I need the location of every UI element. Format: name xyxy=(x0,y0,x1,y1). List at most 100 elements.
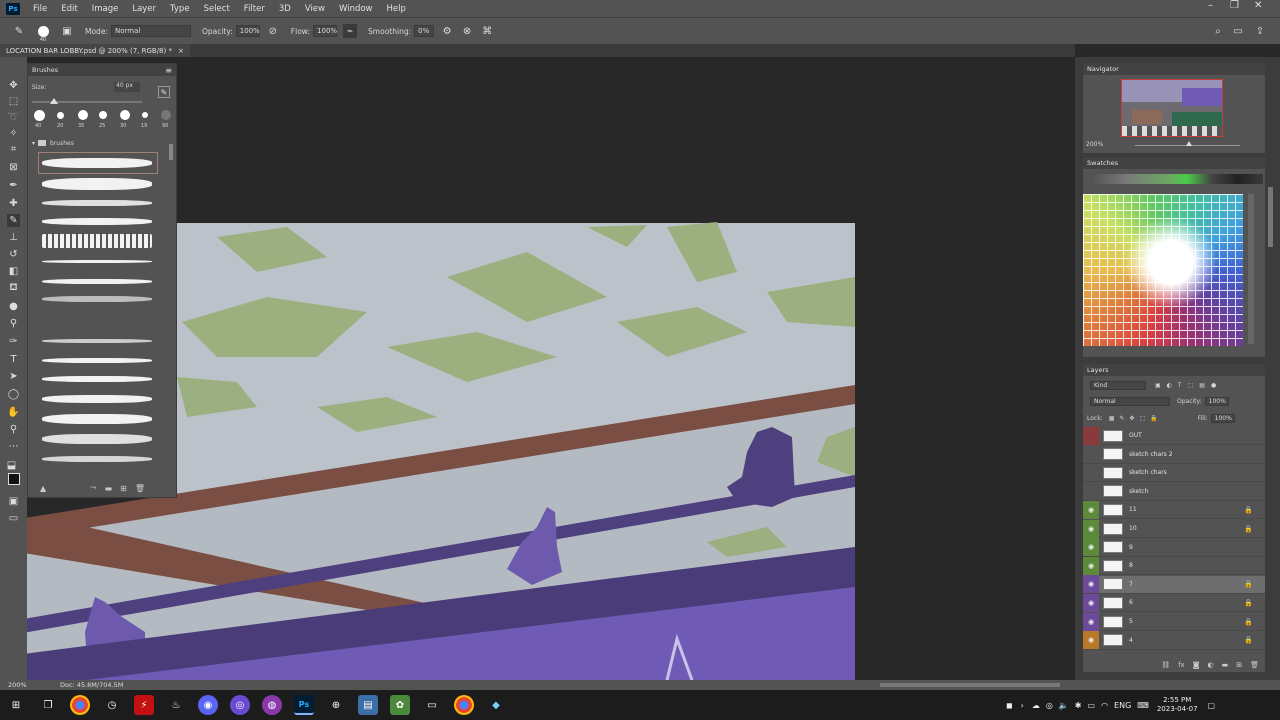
menu-select[interactable]: Select xyxy=(197,4,237,14)
brush-preset-picker[interactable]: 40 xyxy=(32,24,54,43)
brush-stroke[interactable] xyxy=(42,376,152,382)
brush-stroke[interactable] xyxy=(42,296,152,302)
canvas-artwork[interactable] xyxy=(27,57,1075,680)
layer-row[interactable]: OUT xyxy=(1083,427,1265,445)
brush-stroke[interactable] xyxy=(42,414,152,424)
browser-icon[interactable]: ⊕ xyxy=(326,695,346,715)
layer-row[interactable]: sketch chars 2 xyxy=(1083,446,1265,464)
app-green-icon[interactable]: ✿ xyxy=(390,695,410,715)
preview-size-icon[interactable]: ▲ xyxy=(40,484,46,493)
ellipse-tool-icon[interactable]: ◯ xyxy=(7,388,20,401)
swatches-scrollbar[interactable] xyxy=(1248,194,1254,344)
menu-help[interactable]: Help xyxy=(380,4,413,14)
path-selection-tool-icon[interactable]: ➤ xyxy=(7,370,20,383)
fill-field[interactable]: 100% xyxy=(1210,414,1235,423)
layer-visibility-eye-icon[interactable]: ◉ xyxy=(1083,612,1099,631)
brush-stroke[interactable] xyxy=(42,260,152,263)
filter-adjustment-icon[interactable]: ◐ xyxy=(1167,382,1172,389)
chrome-icon[interactable] xyxy=(70,695,90,715)
navigator-preview[interactable] xyxy=(1121,79,1223,137)
mode-select[interactable]: Normal xyxy=(110,25,191,37)
lock-transparent-icon[interactable]: ▦ xyxy=(1109,415,1115,422)
layer-name[interactable]: 8 xyxy=(1129,562,1133,569)
steam-icon[interactable]: ♨ xyxy=(166,695,186,715)
github-icon[interactable]: ◎ xyxy=(230,695,250,715)
menu-3d[interactable]: 3D xyxy=(272,4,298,14)
layer-name[interactable]: 7 xyxy=(1129,581,1133,588)
delete-layer-icon[interactable]: 🗑 xyxy=(1250,661,1259,669)
clone-stamp-tool-icon[interactable]: ⊥ xyxy=(7,231,20,244)
status-doc-info[interactable]: Doc: 45.8M/704.5M xyxy=(60,681,123,689)
discord-icon[interactable]: ◉ xyxy=(198,695,218,715)
adjustment-layer-icon[interactable]: ◐ xyxy=(1208,661,1214,669)
tray-display-icon[interactable]: ▭ xyxy=(1088,701,1096,710)
link-layers-icon[interactable]: ⛓ xyxy=(1161,661,1170,669)
clock-app-icon[interactable]: ◷ xyxy=(102,695,122,715)
new-group-icon[interactable]: ▬ xyxy=(1222,661,1229,669)
more-tools-icon[interactable]: ⋯ xyxy=(7,440,20,453)
brush-stroke[interactable] xyxy=(42,395,152,403)
crop-tool-icon[interactable]: ⌗ xyxy=(7,143,20,156)
recent-swatches-row[interactable] xyxy=(1093,174,1263,184)
type-tool-icon[interactable]: T xyxy=(7,353,20,366)
create-brush-icon[interactable]: ✎ xyxy=(158,86,170,98)
eraser-tool-icon[interactable]: ◧ xyxy=(7,265,20,278)
preset-dot-5[interactable] xyxy=(120,110,130,120)
layer-filter-kind[interactable]: Kind xyxy=(1090,380,1146,390)
dodge-tool-icon[interactable]: ⚲ xyxy=(7,317,20,330)
brush-folder[interactable]: ▾ brushes xyxy=(32,138,172,148)
brush-list-scrollbar[interactable] xyxy=(169,144,173,160)
lock-pixels-icon[interactable]: ✎ xyxy=(1119,415,1124,422)
restore-icon[interactable]: ❐ xyxy=(1230,0,1239,11)
menu-view[interactable]: View xyxy=(298,4,332,14)
app-red-icon[interactable]: ⚡ xyxy=(134,695,154,715)
close-icon[interactable]: ✕ xyxy=(1254,0,1262,11)
smoothing-settings-gear-icon[interactable]: ⚙ xyxy=(440,24,454,38)
pressure-size-icon[interactable]: ⊗ xyxy=(460,24,474,38)
menu-image[interactable]: Image xyxy=(85,4,126,14)
history-brush-tool-icon[interactable]: ↺ xyxy=(7,248,20,261)
status-zoom[interactable]: 200% xyxy=(8,681,27,689)
toggle-brush-settings-icon[interactable]: ⤳ xyxy=(90,483,96,493)
menu-layer[interactable]: Layer xyxy=(125,4,163,14)
zoom-tool-icon[interactable]: ⚲ xyxy=(7,423,20,436)
chrome-profile-icon[interactable] xyxy=(454,695,474,715)
menu-edit[interactable]: Edit xyxy=(54,4,84,14)
tray-volume-icon[interactable]: 🔈 xyxy=(1059,701,1069,710)
layer-visibility-eye-icon[interactable]: ◉ xyxy=(1083,519,1099,538)
filter-shape-icon[interactable]: ⬚ xyxy=(1188,382,1194,389)
pressure-opacity-icon[interactable]: ⊘ xyxy=(266,24,280,38)
foreground-color-swatch[interactable] xyxy=(8,473,20,485)
blur-tool-icon[interactable]: ● xyxy=(7,300,20,313)
navigator-slider-handle[interactable] xyxy=(1186,141,1192,146)
menu-type[interactable]: Type xyxy=(163,4,197,14)
preset-dot-7[interactable] xyxy=(161,110,171,120)
hand-tool-icon[interactable]: ✋ xyxy=(7,406,20,419)
paint-bucket-tool-icon[interactable]: ⛾ xyxy=(7,282,20,295)
layer-row[interactable]: sketch xyxy=(1083,483,1265,501)
layer-name[interactable]: 9 xyxy=(1129,544,1133,551)
preset-dot-1[interactable] xyxy=(34,110,45,121)
blend-mode-select[interactable]: Normal xyxy=(1090,397,1170,406)
lock-artboard-icon[interactable]: ⬚ xyxy=(1139,415,1145,422)
layer-name[interactable]: sketch chars xyxy=(1129,469,1167,476)
lock-position-icon[interactable]: ✥ xyxy=(1129,415,1134,422)
layer-row[interactable]: ◉ 10 🔒 xyxy=(1083,519,1265,538)
filter-smart-icon[interactable]: ▤ xyxy=(1199,382,1205,389)
tray-language[interactable]: ENG xyxy=(1114,701,1131,710)
symmetry-icon[interactable]: ⌘ xyxy=(480,24,494,38)
document-tab-close-icon[interactable]: × xyxy=(178,47,184,55)
frame-tool-icon[interactable]: ⊠ xyxy=(7,161,20,174)
layer-visibility-eye-icon[interactable] xyxy=(1083,427,1099,445)
right-panels-scrollbar[interactable] xyxy=(1268,187,1273,247)
marquee-tool-icon[interactable]: ⬚ xyxy=(7,95,20,108)
preset-dot-6[interactable] xyxy=(142,112,148,118)
preset-dot-2[interactable] xyxy=(57,112,64,119)
opacity-field[interactable]: 100% xyxy=(235,25,260,37)
brush-stroke[interactable] xyxy=(42,279,152,284)
layer-name[interactable]: OUT xyxy=(1129,432,1142,439)
filter-toggle-icon[interactable]: ● xyxy=(1211,382,1216,389)
brush-size-slider[interactable] xyxy=(32,101,142,103)
lock-all-icon[interactable]: 🔒 xyxy=(1150,415,1157,422)
layer-visibility-eye-icon[interactable] xyxy=(1083,445,1099,463)
